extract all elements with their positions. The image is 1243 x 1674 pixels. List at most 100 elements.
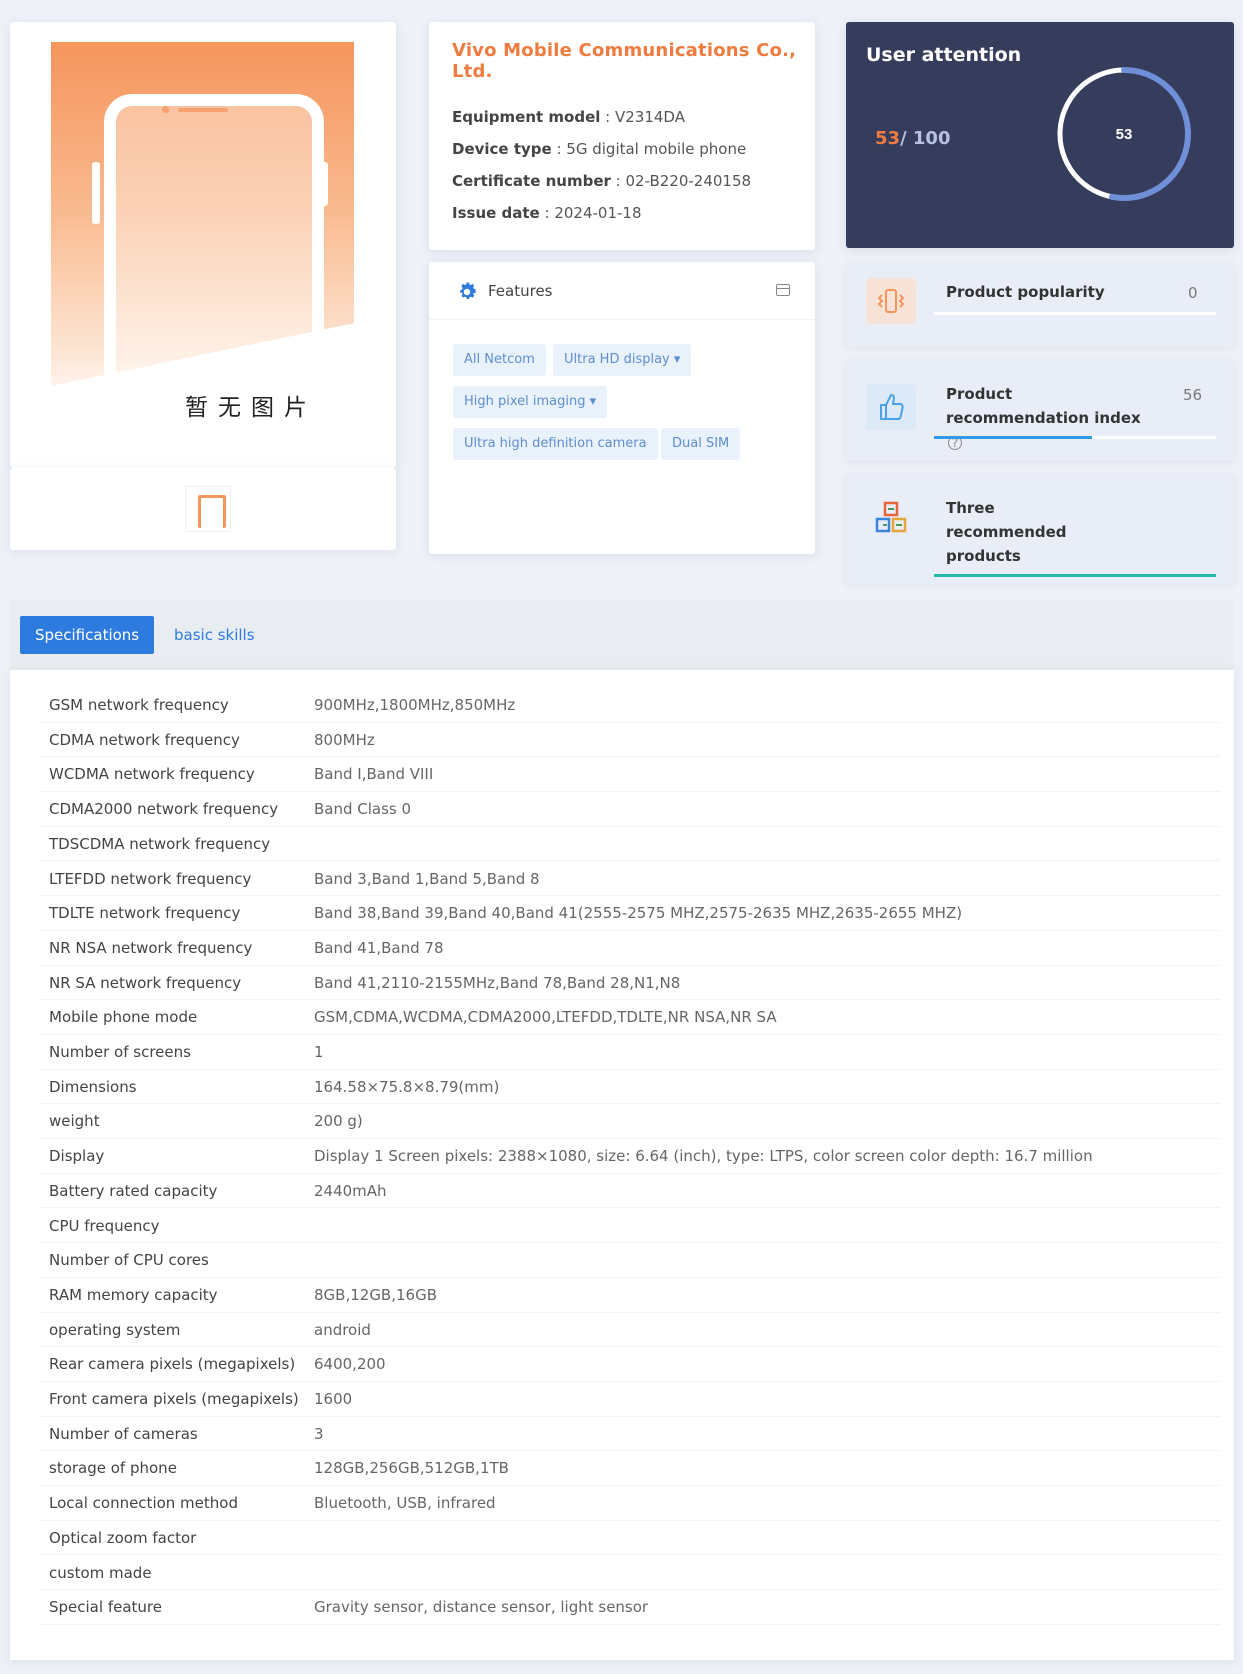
spec-row: GSM network frequency 900MHz,1800MHz,850M… (40, 688, 1220, 723)
spec-value: Band 38,Band 39,Band 40,Band 41(2555-257… (314, 904, 963, 923)
spec-row: Number of cameras 3 (40, 1417, 1220, 1452)
equipment-model-row: Equipment model : V2314DA (452, 108, 685, 126)
spec-label: Number of CPU cores (49, 1251, 209, 1270)
feature-tag-all-netcom[interactable]: All Netcom (453, 344, 546, 376)
spec-value: 1600 (314, 1390, 353, 1408)
feature-tag-high-pixel-imaging[interactable]: High pixel imaging ▾ (453, 386, 608, 418)
spec-row: Dimensions 164.58×75.8×8.79(mm) (40, 1070, 1220, 1105)
features-title: Features (488, 282, 553, 300)
thumbs-up-icon (866, 384, 916, 430)
company-info-card: Vivo Mobile Communications Co., Ltd. Equ… (429, 22, 815, 250)
spec-row: TDLTE network frequency Band 38,Band 39,B… (40, 896, 1220, 931)
field-value: 2024-01-18 (554, 204, 642, 222)
certificate-number-row: Certificate number : 02-B220-240158 (452, 172, 752, 190)
tab-specifications[interactable]: Specifications (20, 616, 155, 654)
spec-row: storage of phone 128GB,256GB,512GB,1TB (40, 1451, 1220, 1487)
spec-label: TDLTE network frequency (49, 904, 241, 923)
spec-label: WCDMA network frequency (49, 765, 255, 784)
recommendation-value: 56 (1183, 386, 1203, 404)
issue-date-row: Issue date : 2024-01-18 (452, 204, 642, 222)
spec-value: 6400,200 (314, 1355, 386, 1374)
spec-value: GSM,CDMA,WCDMA,CDMA2000,LTEFDD,TDLTE,NR … (314, 1008, 777, 1027)
spec-value: Band 3,Band 1,Band 5,Band 8 (314, 869, 540, 888)
spec-value: 800MHz (314, 730, 375, 749)
phone-side-button (320, 162, 328, 206)
spec-label: Number of cameras (49, 1424, 198, 1443)
spec-row: WCDMA network frequency Band I,Band VIII (40, 757, 1220, 793)
field-label: Certificate number (452, 172, 611, 190)
phone-speaker (178, 108, 228, 112)
field-label: Equipment model (452, 108, 601, 126)
spec-row: weight 200 g) (40, 1104, 1220, 1140)
spec-row: operating system android (40, 1313, 1220, 1348)
spec-row: Display Display 1 Screen pixels: 2388×108… (40, 1139, 1220, 1174)
thumbnail-image[interactable] (185, 486, 231, 532)
attention-score: 53/ 100 (875, 128, 950, 149)
gear-icon (460, 282, 476, 299)
field-label: Device type (452, 140, 552, 158)
three-products-line: products (946, 547, 1021, 565)
spec-row: Rear camera pixels (megapixels) 6400,200 (40, 1347, 1220, 1382)
spec-label: LTEFDD network frequency (49, 869, 252, 888)
company-name[interactable]: Vivo Mobile Communications Co., Ltd. (452, 40, 815, 82)
recommendation-bar (934, 436, 1216, 439)
spec-value: Bluetooth, USB, infrared (314, 1494, 496, 1513)
spec-label: custom made (49, 1563, 152, 1582)
spec-value: 900MHz,1800MHz,850MHz (314, 696, 516, 714)
spec-label: CPU frequency (49, 1216, 160, 1235)
products-blocks-icon (866, 496, 916, 542)
feature-tag-dual-sim[interactable]: Dual SIM (661, 428, 741, 460)
spec-row: Mobile phone mode GSM,CDMA,WCDMA,CDMA2000… (40, 1000, 1220, 1035)
feature-tag-ultra-hd-camera[interactable]: Ultra high definition camera (453, 428, 658, 460)
popularity-bar (934, 312, 1216, 315)
three-products-label: Three recommended products (946, 496, 1067, 568)
spec-row: CDMA network frequency 800MHz (40, 723, 1220, 758)
field-value: V2314DA (615, 108, 685, 126)
spec-label: TDSCDMA network frequency (49, 834, 271, 853)
no-image-label: 暂无图片 (185, 395, 317, 421)
popularity-value: 0 (1188, 284, 1198, 302)
spec-label: GSM network frequency (49, 696, 229, 714)
spec-label: Battery rated capacity (49, 1181, 218, 1200)
spec-value: 200 g) (314, 1112, 363, 1131)
three-products-bar-fill (934, 574, 1216, 577)
recommendation-bar-fill (934, 436, 1092, 439)
specifications-panel: GSM network frequency 900MHz,1800MHz,850M… (10, 670, 1234, 1660)
field-value: 5G digital mobile phone (566, 140, 747, 158)
spec-label: Display (49, 1147, 105, 1166)
card-view-icon[interactable] (776, 284, 790, 296)
three-recommended-card[interactable]: Three recommended products (846, 474, 1234, 584)
device-type-row: Device type : 5G digital mobile phone (452, 140, 747, 158)
gauge-value: 53 (1115, 125, 1133, 143)
spec-row: CPU frequency (40, 1209, 1220, 1244)
spec-label: storage of phone (49, 1459, 177, 1478)
spec-value: 128GB,256GB,512GB,1TB (314, 1459, 509, 1478)
spec-row: Optical zoom factor (40, 1521, 1220, 1556)
spec-label: operating system (49, 1320, 181, 1339)
attention-max: / 100 (900, 128, 951, 149)
three-products-line: Three (946, 499, 995, 517)
spec-label: NR SA network frequency (49, 973, 242, 992)
spec-label: Mobile phone mode (49, 1008, 198, 1027)
user-attention-card: User attention 53/ 100 53 (846, 22, 1234, 248)
vibrating-phone-icon (866, 278, 916, 324)
spec-label: NR NSA network frequency (49, 938, 253, 957)
product-popularity-card: Product popularity 0 (846, 262, 1234, 346)
spec-value: Band 41,2110-2155MHz,Band 78,Band 28,N1,… (314, 973, 681, 992)
spec-label: Front camera pixels (megapixels) (49, 1390, 299, 1408)
tab-basic-skills[interactable]: basic skills (159, 616, 270, 654)
spec-value: 164.58×75.8×8.79(mm) (314, 1077, 500, 1096)
popularity-label: Product popularity (946, 283, 1105, 301)
spec-row: LTEFDD network frequency Band 3,Band 1,Ba… (40, 862, 1220, 897)
spec-label: Local connection method (49, 1494, 238, 1513)
spec-row: CDMA2000 network frequency Band Class 0 (40, 792, 1220, 827)
features-card: Features All Netcom Ultra HD display ▾ H… (429, 262, 815, 554)
spec-value: Band I,Band VIII (314, 765, 434, 784)
recommendation-label-text: Product recommendation index (946, 385, 1141, 427)
spec-value: Band 41,Band 78 (314, 938, 444, 957)
feature-tag-ultra-hd-display[interactable]: Ultra HD display ▾ (553, 344, 692, 376)
phone-placeholder-icon (104, 94, 324, 424)
spec-row: Number of CPU cores (40, 1243, 1220, 1278)
spec-value: android (314, 1320, 371, 1339)
spec-label: weight (49, 1112, 100, 1131)
